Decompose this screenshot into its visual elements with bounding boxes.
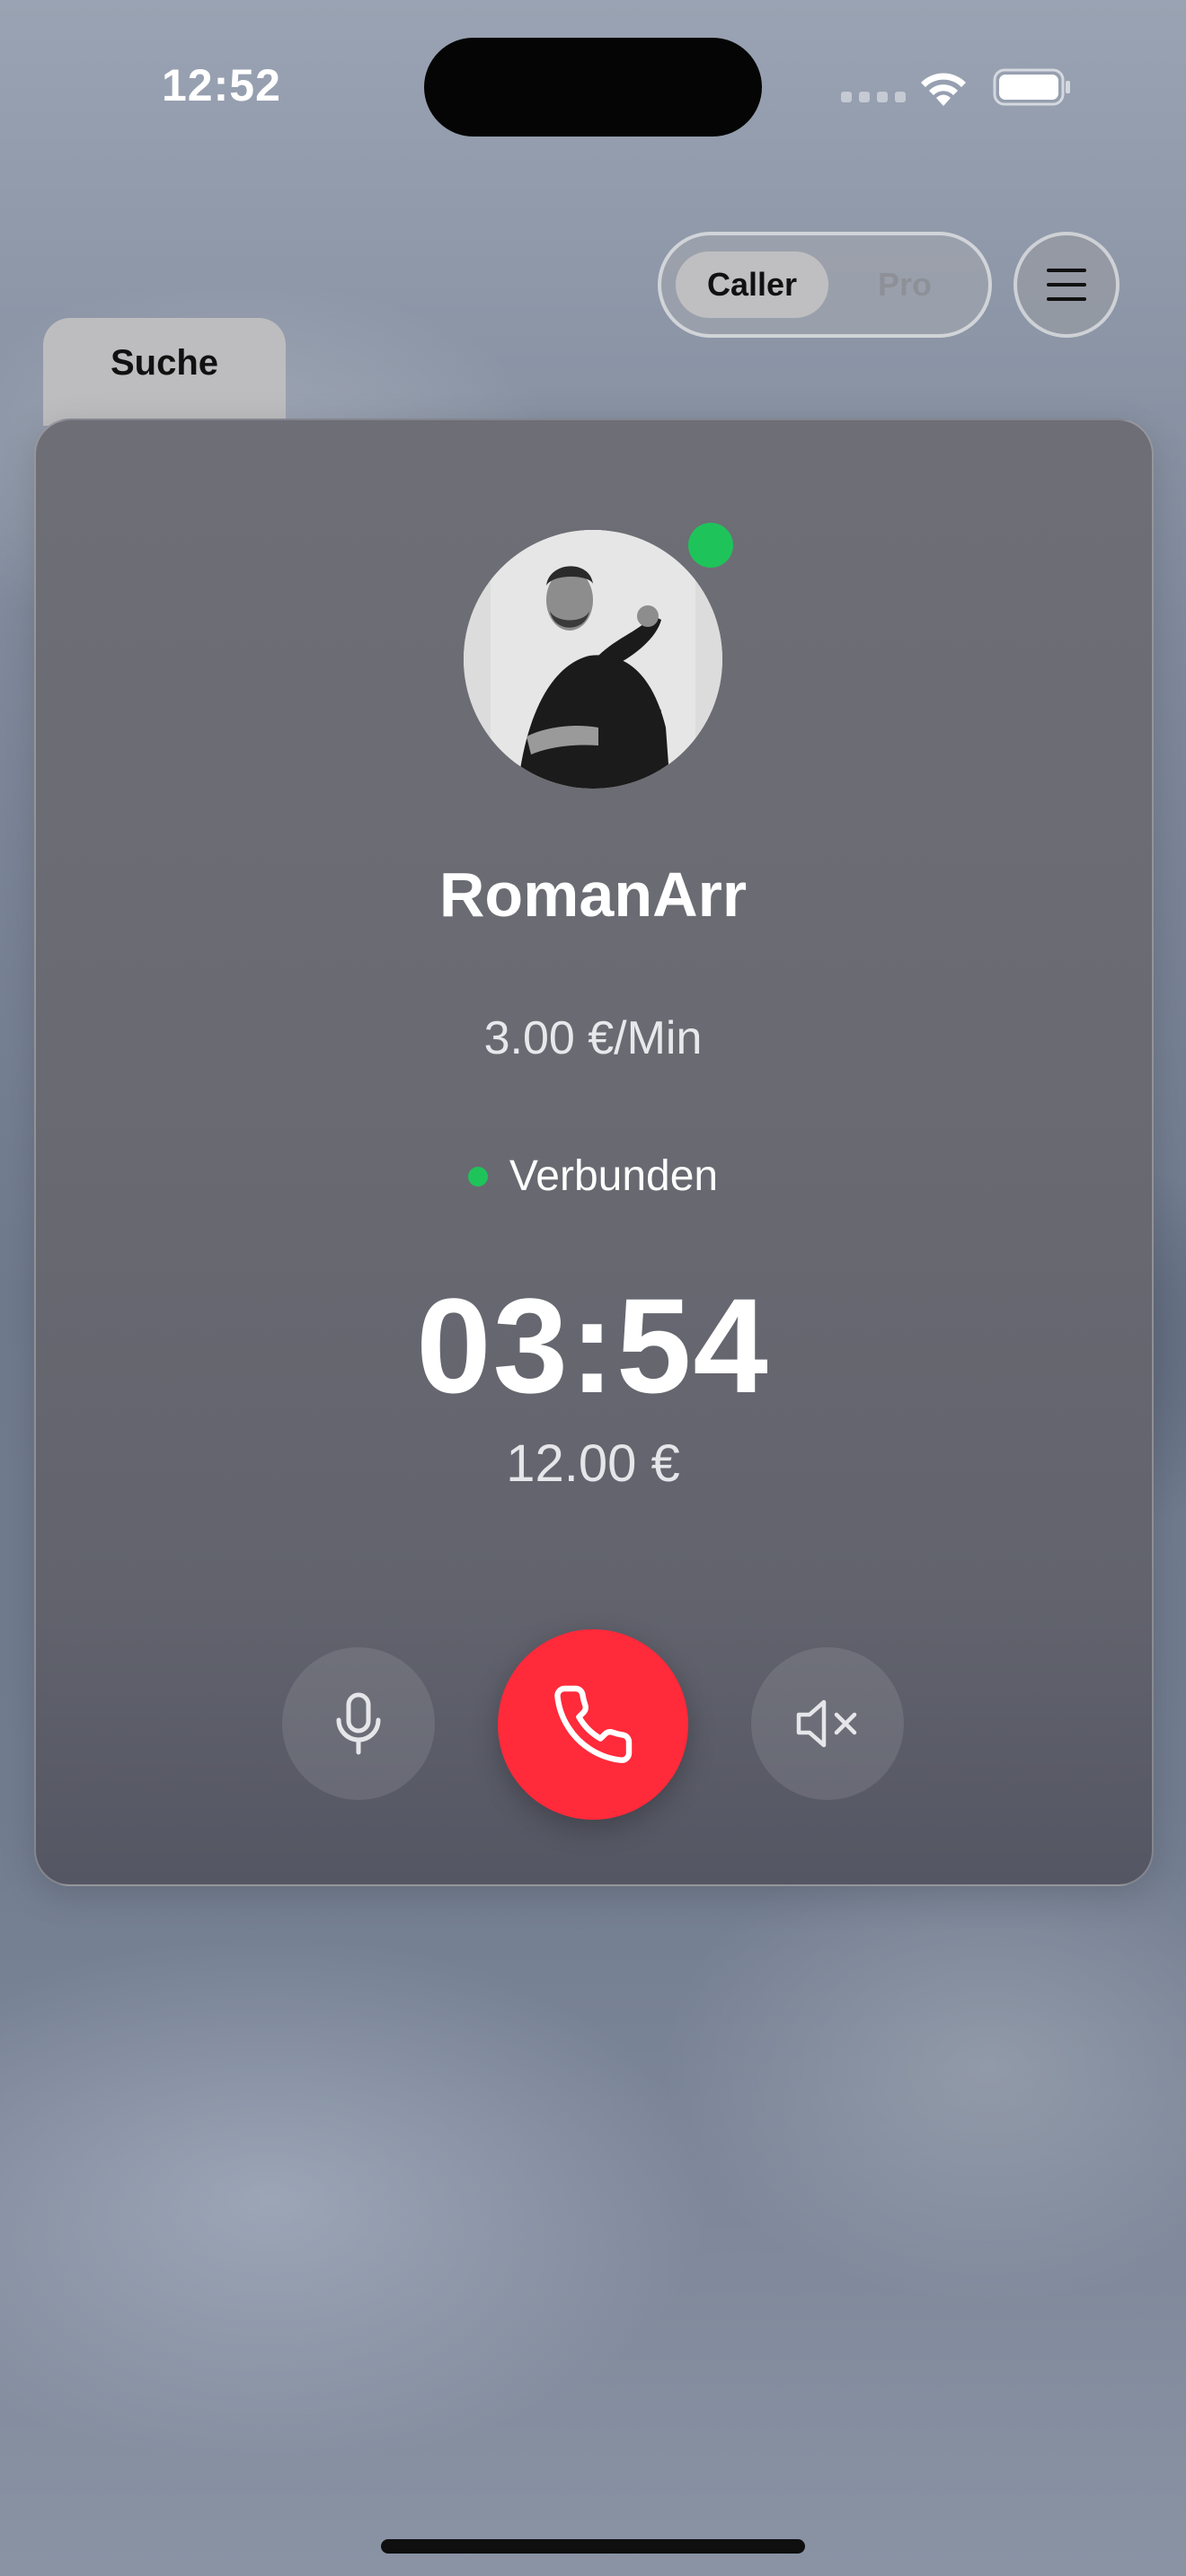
- menu-button[interactable]: [1013, 232, 1120, 338]
- speaker-muted-icon: [796, 1699, 857, 1748]
- avatar: [464, 530, 722, 789]
- phone-icon: [554, 1685, 633, 1763]
- status-text: Verbunden: [509, 1152, 719, 1200]
- dynamic-island: [424, 38, 762, 137]
- battery-icon: [993, 68, 1070, 106]
- role-segmented-control[interactable]: Caller Pro: [658, 232, 992, 338]
- home-indicator[interactable]: [381, 2539, 805, 2554]
- call-timer: 03:54: [416, 1270, 770, 1421]
- speaker-button[interactable]: [751, 1647, 904, 1800]
- call-rate: 3.00 €/Min: [483, 1012, 703, 1064]
- cellular-signal-icon: [841, 92, 906, 102]
- profile-photo: [464, 530, 722, 789]
- caller-name: RomanArr: [438, 860, 748, 930]
- segment-caller[interactable]: Caller: [676, 251, 828, 318]
- mute-mic-button[interactable]: [282, 1647, 435, 1800]
- online-indicator: [688, 523, 733, 568]
- segment-pro[interactable]: Pro: [837, 251, 972, 318]
- wifi-icon: [921, 73, 966, 106]
- call-screen: 12:52 Caller Pro Suche RomanArr 3.00 €/M…: [0, 0, 1186, 2576]
- microphone-icon: [336, 1692, 381, 1755]
- connection-status: Verbunden: [0, 1151, 1186, 1201]
- tab-search[interactable]: Suche: [43, 318, 286, 426]
- call-cost: 12.00 €: [506, 1434, 680, 1493]
- end-call-button[interactable]: [498, 1629, 688, 1820]
- status-time: 12:52: [162, 60, 281, 110]
- status-dot: [467, 1166, 488, 1187]
- hamburger-menu-icon: [1047, 269, 1086, 301]
